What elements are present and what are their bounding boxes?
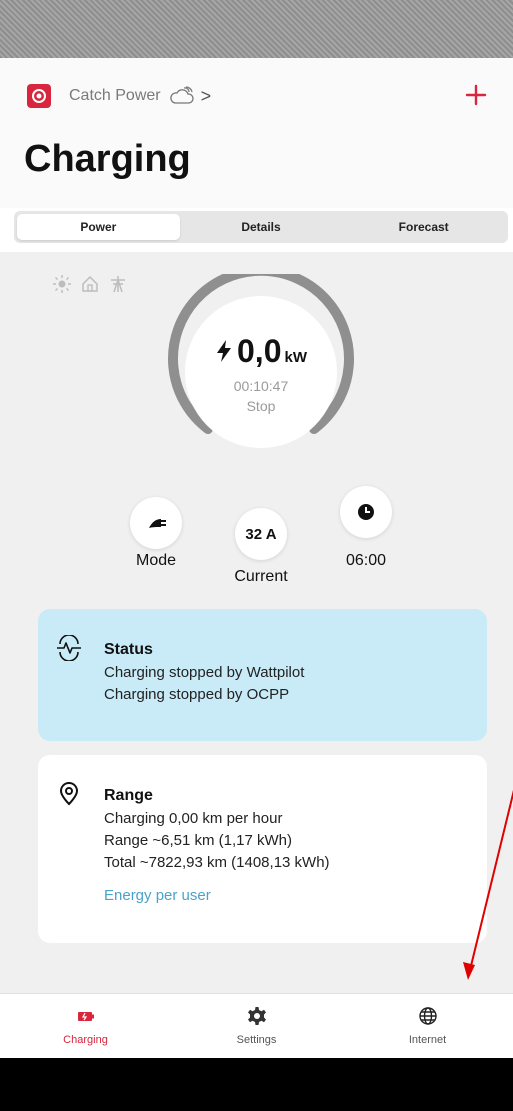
battery-icon <box>77 1012 94 1021</box>
segmented-tabs: Power Details Forecast <box>14 211 508 243</box>
plug-icon <box>149 519 166 528</box>
nav-item-settings[interactable]: Settings <box>171 994 342 1058</box>
chevron-right-icon: > <box>200 85 212 106</box>
add-plus-icon[interactable] <box>461 80 491 110</box>
range-title: Range <box>104 787 153 804</box>
brand-logo-icon <box>27 84 51 108</box>
nav-item-charging[interactable]: Charging <box>0 994 171 1058</box>
timer-button[interactable] <box>340 486 392 538</box>
range-line: Total ~7822,93 km (1408,13 kWh) <box>104 854 330 871</box>
status-line: Charging stopped by Wattpilot <box>104 664 305 681</box>
power-unit: kW <box>284 348 307 366</box>
timer-label: 06:00 <box>345 552 387 569</box>
app-header: Catch Power > Charging <box>0 58 513 208</box>
range-card: Range Charging 0,00 km per hour Range ~6… <box>38 755 487 943</box>
current-label: Current <box>234 568 288 585</box>
range-line: Charging 0,00 km per hour <box>104 810 283 827</box>
current-value: 32 A <box>245 525 277 543</box>
gear-icon <box>247 1007 266 1025</box>
globe-icon <box>418 1007 437 1025</box>
system-navigation-bar <box>0 1058 513 1111</box>
device-selector[interactable]: Catch Power > <box>27 84 211 108</box>
location-pin-icon <box>59 781 79 806</box>
charging-gauge[interactable]: 0,0 kW 00:10:47 Stop <box>185 296 337 448</box>
status-title: Status <box>104 641 153 658</box>
tab-details[interactable]: Details <box>180 214 343 240</box>
status-bar <box>0 0 513 58</box>
current-button[interactable]: 32 A <box>235 508 287 560</box>
elapsed-time: 00:10:47 <box>233 377 289 394</box>
sun-icon <box>52 274 72 294</box>
status-pulse-icon <box>57 635 81 661</box>
mode-label: Mode <box>135 552 177 569</box>
energy-source-icons <box>52 274 128 294</box>
nav-label: Charging <box>63 1034 108 1046</box>
status-line: Charging stopped by OCPP <box>104 686 290 703</box>
mode-button[interactable] <box>130 497 182 549</box>
clock-icon <box>358 504 374 520</box>
home-icon <box>80 274 100 294</box>
tab-forecast[interactable]: Forecast <box>342 214 505 240</box>
cloud-icon <box>169 86 194 104</box>
status-card[interactable]: Status Charging stopped by Wattpilot Cha… <box>38 609 487 741</box>
range-line: Range ~6,51 km (1,17 kWh) <box>104 832 293 849</box>
nav-item-internet[interactable]: Internet <box>342 994 513 1058</box>
lightning-bolt-icon <box>217 340 231 362</box>
nav-label: Internet <box>408 1034 447 1046</box>
grid-pylon-icon <box>108 274 128 294</box>
power-panel: 0,0 kW 00:10:47 Stop Mode 32 A Current 0… <box>0 252 513 993</box>
tab-power[interactable]: Power <box>17 214 180 240</box>
power-value: 0,0 <box>237 332 282 369</box>
page-title: Charging <box>24 138 191 180</box>
device-name: Catch Power <box>69 87 161 104</box>
stop-action[interactable]: Stop <box>247 398 276 414</box>
nav-label: Settings <box>236 1034 277 1046</box>
bottom-navigation: Charging Settings Internet <box>0 993 513 1058</box>
energy-per-user-link[interactable]: Energy per user <box>104 887 467 904</box>
